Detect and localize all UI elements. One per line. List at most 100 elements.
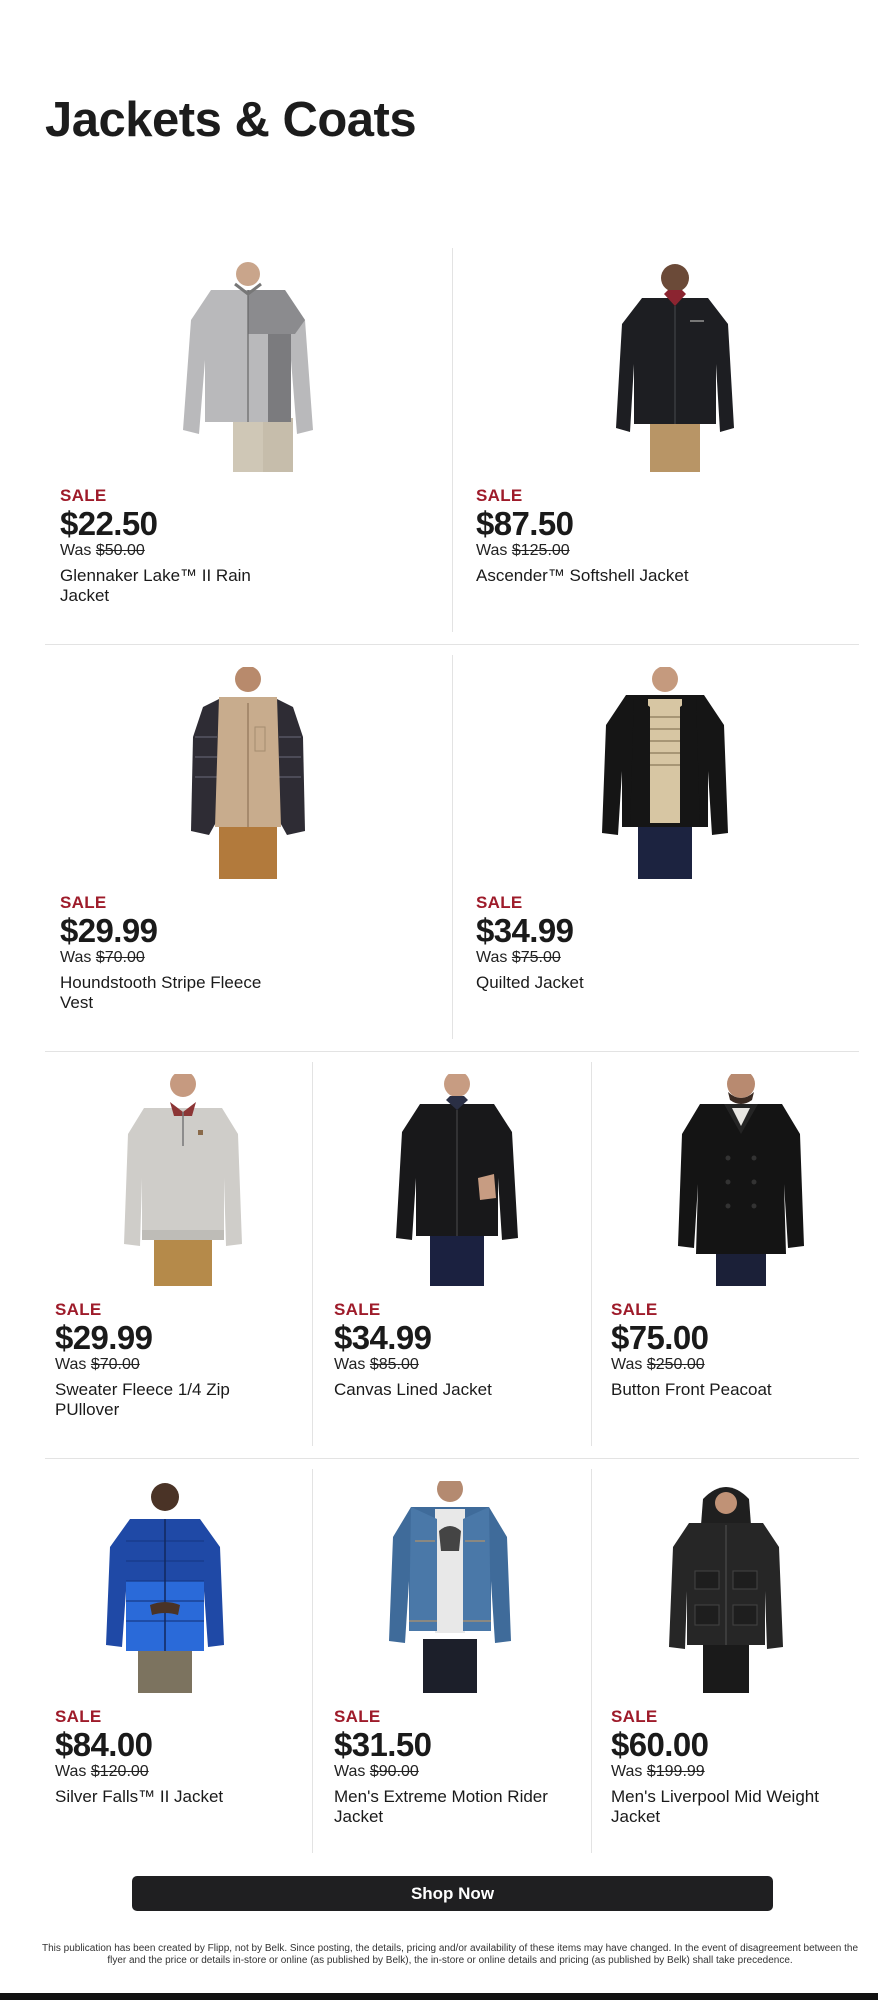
was-price: Was $50.00	[60, 541, 275, 560]
product-image	[389, 1481, 511, 1693]
product-info: SALE $34.99 Was $75.00 Quilted Jacket	[476, 893, 691, 993]
sale-price: $29.99	[60, 912, 158, 949]
product-info: SALE $87.50 Was $125.00 Ascender™ Softsh…	[476, 486, 691, 586]
original-price: $70.00	[95, 949, 145, 966]
row-divider	[45, 1051, 859, 1052]
product-name[interactable]: Men's Liverpool Mid Weight Jacket	[611, 1787, 826, 1827]
was-label: Was	[55, 1763, 87, 1780]
was-price: Was $70.00	[60, 948, 275, 967]
sale-badge: SALE	[55, 1300, 102, 1319]
product-card[interactable]: SALE $84.00 Was $120.00 Silver Falls™ II…	[45, 1469, 312, 1859]
was-label: Was	[60, 542, 92, 559]
product-image	[183, 262, 313, 472]
sale-price: $29.99	[55, 1319, 153, 1356]
product-card[interactable]: SALE $60.00 Was $199.99 Men's Liverpool …	[591, 1469, 859, 1859]
product-row: SALE $29.99 Was $70.00 Sweater Fleece 1/…	[45, 1062, 859, 1452]
product-info: SALE $31.50 Was $90.00 Men's Extreme Mot…	[334, 1707, 549, 1827]
sale-badge: SALE	[476, 893, 523, 912]
product-name[interactable]: Glennaker Lake™ II Rain Jacket	[60, 566, 275, 606]
was-price: Was $90.00	[334, 1762, 549, 1781]
sale-price: $75.00	[611, 1319, 709, 1356]
product-image	[602, 667, 728, 879]
was-label: Was	[334, 1763, 366, 1780]
product-card[interactable]: SALE $34.99 Was $75.00 Quilted Jacket	[452, 655, 859, 1045]
product-card[interactable]: SALE $31.50 Was $90.00 Men's Extreme Mot…	[312, 1469, 591, 1859]
was-price: Was $199.99	[611, 1762, 826, 1781]
product-info: SALE $29.99 Was $70.00 Houndstooth Strip…	[60, 893, 275, 1013]
original-price: $120.00	[90, 1763, 149, 1780]
product-info: SALE $60.00 Was $199.99 Men's Liverpool …	[611, 1707, 826, 1827]
product-name[interactable]: Houndstooth Stripe Fleece Vest	[60, 973, 275, 1013]
product-card[interactable]: SALE $22.50 Was $50.00 Glennaker Lake™ I…	[45, 248, 452, 638]
original-price: $125.00	[511, 542, 570, 559]
shop-now-button[interactable]: Shop Now	[132, 1876, 773, 1911]
product-card[interactable]: SALE $34.99 Was $85.00 Canvas Lined Jack…	[312, 1062, 591, 1452]
original-price: $90.00	[369, 1763, 419, 1780]
product-card[interactable]: SALE $75.00 Was $250.00 Button Front Pea…	[591, 1062, 859, 1452]
sale-price: $31.50	[334, 1726, 432, 1763]
page-title: Jackets & Coats	[45, 93, 417, 147]
product-image	[678, 1074, 804, 1286]
sale-badge: SALE	[476, 486, 523, 505]
original-price: $199.99	[646, 1763, 705, 1780]
product-row: SALE $22.50 Was $50.00 Glennaker Lake™ I…	[45, 248, 859, 638]
product-image	[396, 1074, 518, 1286]
was-label: Was	[55, 1356, 87, 1373]
product-card[interactable]: SALE $29.99 Was $70.00 Sweater Fleece 1/…	[45, 1062, 312, 1452]
product-row: SALE $84.00 Was $120.00 Silver Falls™ II…	[45, 1469, 859, 1859]
sale-badge: SALE	[334, 1707, 381, 1726]
sale-price: $22.50	[60, 505, 158, 542]
product-image	[124, 1074, 242, 1286]
product-name[interactable]: Quilted Jacket	[476, 973, 691, 993]
product-image	[106, 1483, 224, 1693]
sale-badge: SALE	[60, 486, 107, 505]
was-label: Was	[476, 949, 508, 966]
product-image	[669, 1487, 783, 1693]
sale-badge: SALE	[611, 1707, 658, 1726]
was-price: Was $125.00	[476, 541, 691, 560]
product-info: SALE $22.50 Was $50.00 Glennaker Lake™ I…	[60, 486, 275, 606]
product-name[interactable]: Canvas Lined Jacket	[334, 1380, 549, 1400]
product-card[interactable]: SALE $87.50 Was $125.00 Ascender™ Softsh…	[452, 248, 859, 638]
original-price: $85.00	[369, 1356, 419, 1373]
was-label: Was	[611, 1763, 643, 1780]
was-price: Was $250.00	[611, 1355, 826, 1374]
product-name[interactable]: Men's Extreme Motion Rider Jacket	[334, 1787, 549, 1827]
product-card[interactable]: SALE $29.99 Was $70.00 Houndstooth Strip…	[45, 655, 452, 1045]
was-label: Was	[334, 1356, 366, 1373]
was-label: Was	[611, 1356, 643, 1373]
original-price: $50.00	[95, 542, 145, 559]
product-name[interactable]: Sweater Fleece 1/4 Zip PUllover	[55, 1380, 270, 1420]
sale-badge: SALE	[611, 1300, 658, 1319]
bottom-bar	[0, 1993, 878, 2000]
original-price: $70.00	[90, 1356, 140, 1373]
legal-disclaimer: This publication has been created by Fli…	[41, 1943, 859, 1966]
product-image	[616, 264, 734, 472]
original-price: $250.00	[646, 1356, 705, 1373]
sale-price: $34.99	[476, 912, 574, 949]
sale-price: $87.50	[476, 505, 574, 542]
was-price: Was $120.00	[55, 1762, 270, 1781]
row-divider	[45, 1458, 859, 1459]
was-price: Was $70.00	[55, 1355, 270, 1374]
sale-badge: SALE	[334, 1300, 381, 1319]
original-price: $75.00	[511, 949, 561, 966]
product-name[interactable]: Ascender™ Softshell Jacket	[476, 566, 691, 586]
was-price: Was $85.00	[334, 1355, 549, 1374]
product-info: SALE $29.99 Was $70.00 Sweater Fleece 1/…	[55, 1300, 270, 1420]
sale-badge: SALE	[60, 893, 107, 912]
sale-price: $34.99	[334, 1319, 432, 1356]
was-label: Was	[476, 542, 508, 559]
product-info: SALE $84.00 Was $120.00 Silver Falls™ II…	[55, 1707, 270, 1807]
product-info: SALE $34.99 Was $85.00 Canvas Lined Jack…	[334, 1300, 549, 1400]
was-label: Was	[60, 949, 92, 966]
product-name[interactable]: Button Front Peacoat	[611, 1380, 826, 1400]
product-row: SALE $29.99 Was $70.00 Houndstooth Strip…	[45, 655, 859, 1045]
sale-price: $60.00	[611, 1726, 709, 1763]
sale-price: $84.00	[55, 1726, 153, 1763]
product-image	[191, 667, 305, 879]
row-divider	[45, 644, 859, 645]
was-price: Was $75.00	[476, 948, 691, 967]
sale-badge: SALE	[55, 1707, 102, 1726]
product-name[interactable]: Silver Falls™ II Jacket	[55, 1787, 270, 1807]
